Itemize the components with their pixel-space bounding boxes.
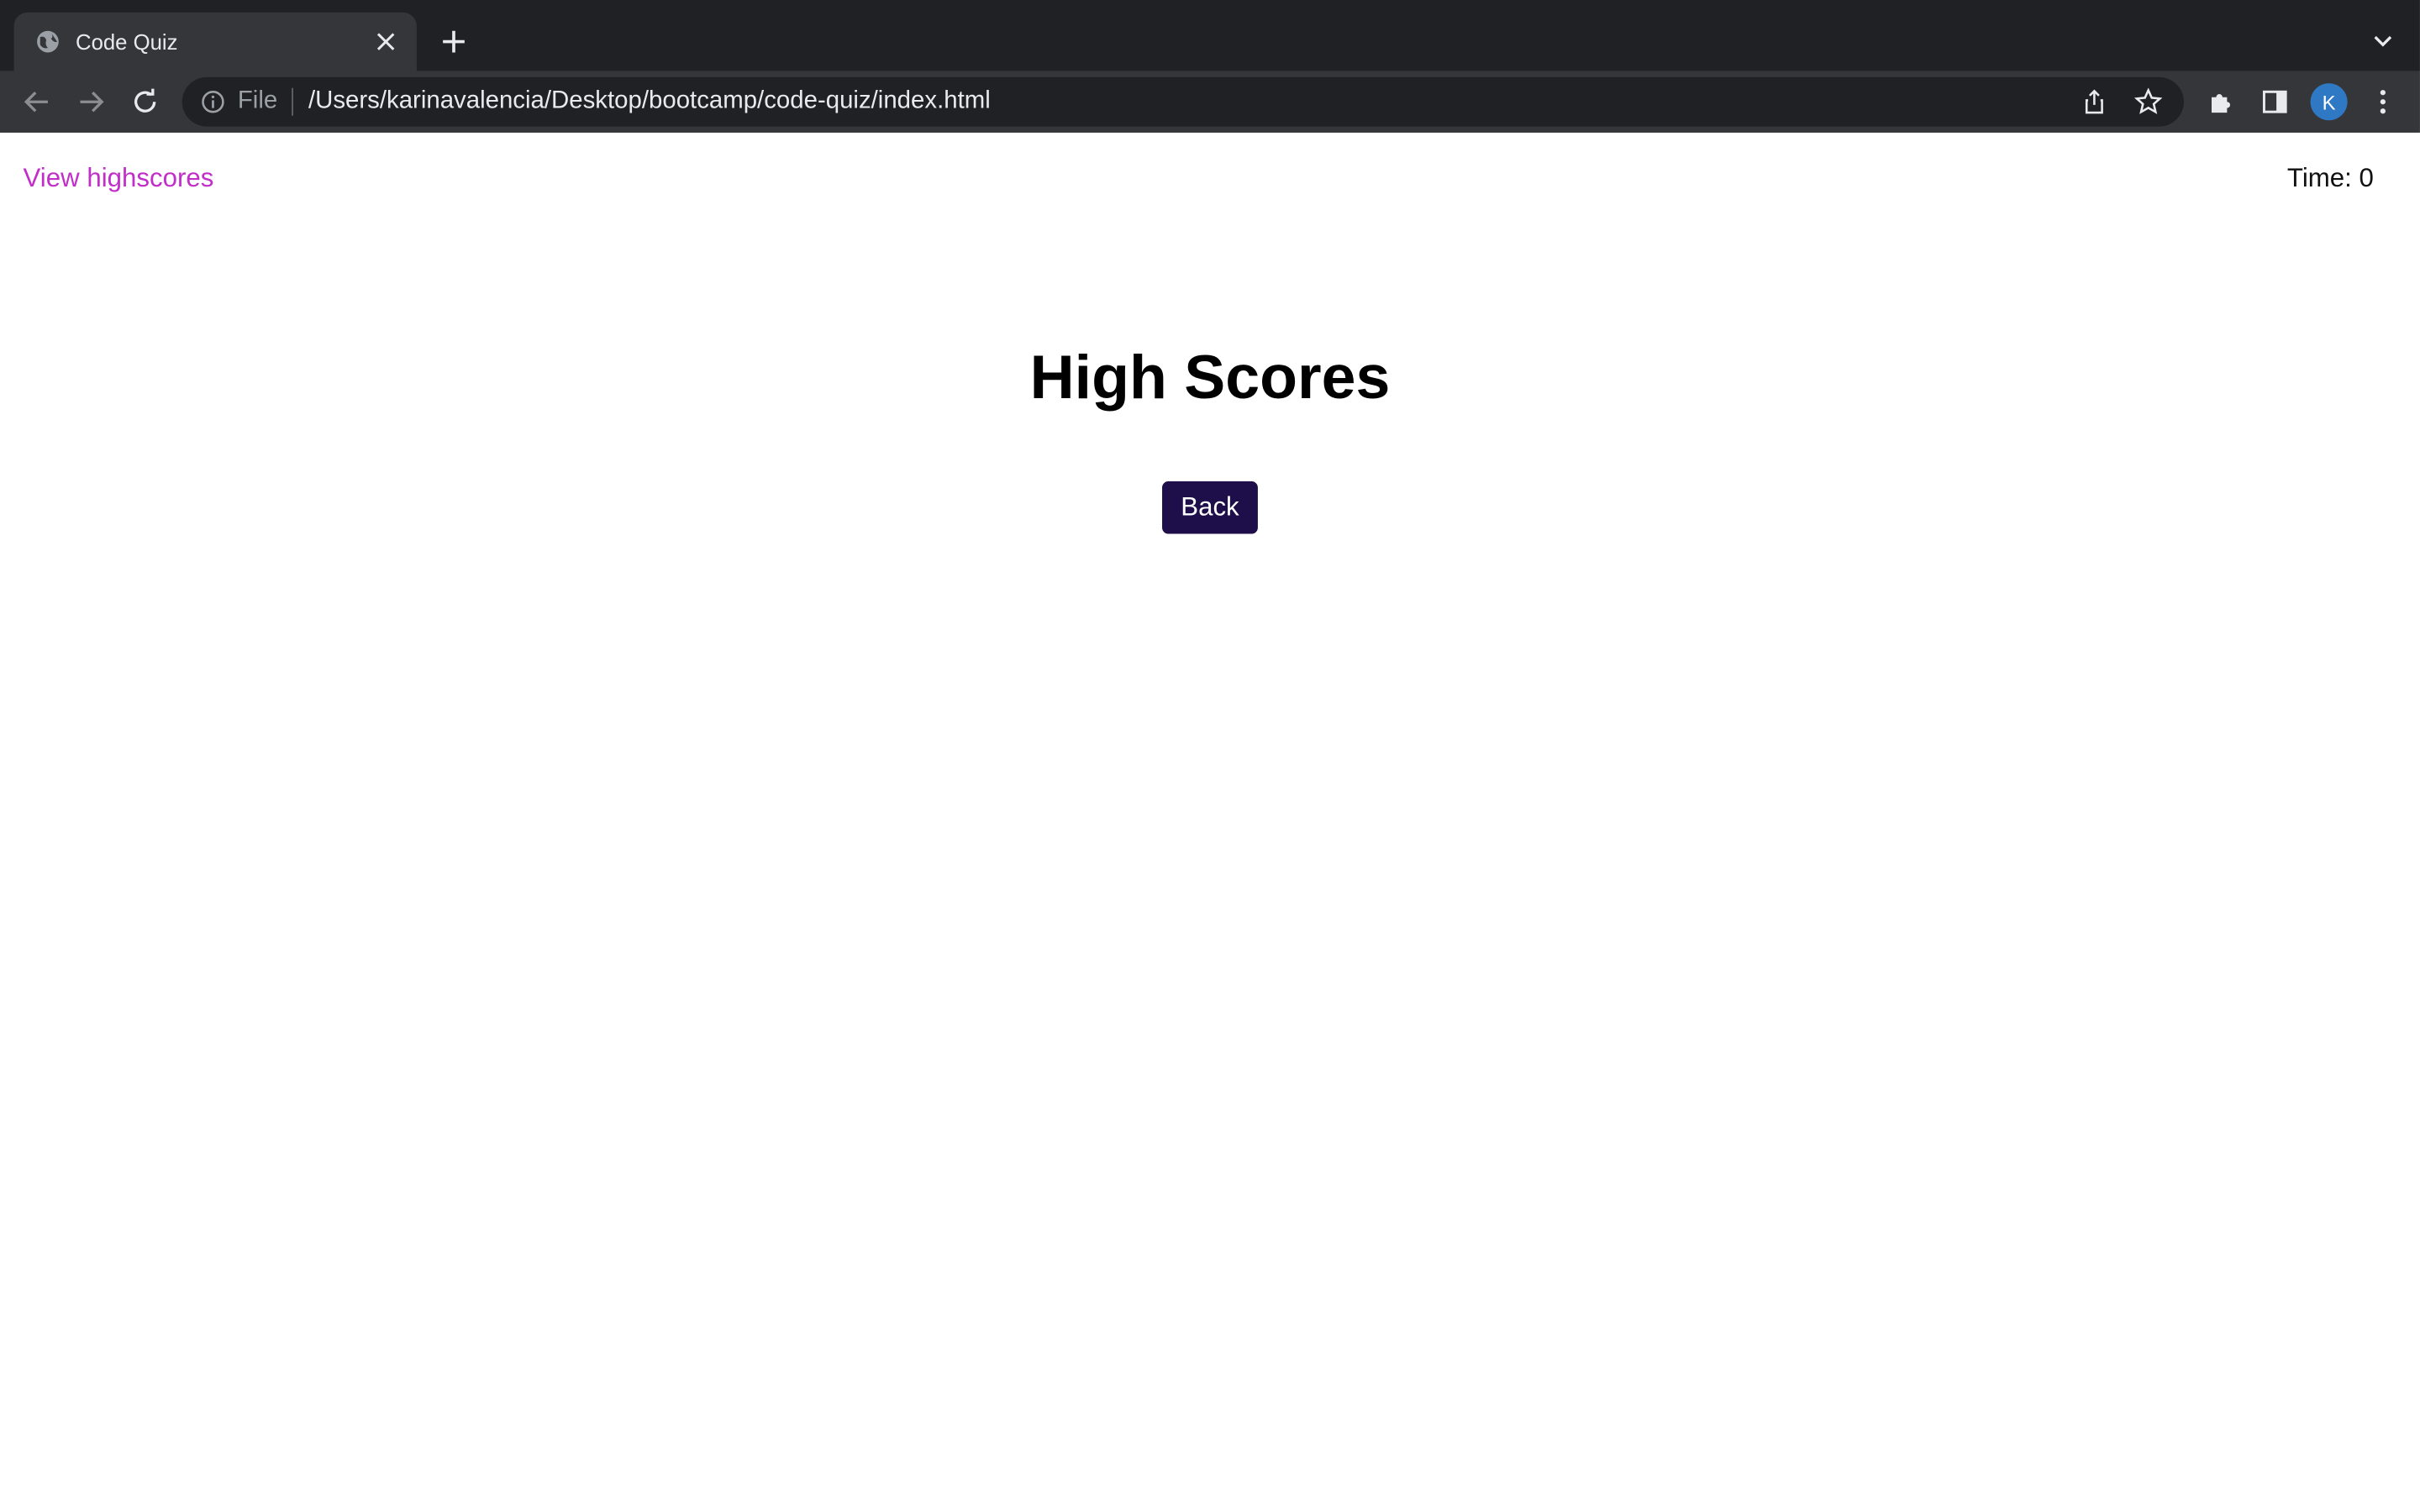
star-icon[interactable] xyxy=(2130,83,2167,120)
view-highscores-link[interactable]: View highscores xyxy=(24,164,214,195)
browser-toolbar: File /Users/karinavalencia/Desktop/bootc… xyxy=(0,71,2420,133)
tab-strip: Code Quiz xyxy=(0,0,2420,71)
back-button[interactable]: Back xyxy=(1162,481,1258,534)
page-title: High Scores xyxy=(1029,344,1391,412)
share-icon[interactable] xyxy=(2075,83,2112,120)
puzzle-icon[interactable] xyxy=(2202,83,2239,120)
tab-title: Code Quiz xyxy=(75,29,178,55)
chevron-down-icon[interactable] xyxy=(2367,26,2398,57)
forward-arrow-icon[interactable] xyxy=(71,81,111,122)
url-text[interactable]: /Users/karinavalencia/Desktop/bootcamp/c… xyxy=(308,88,2075,116)
info-icon[interactable] xyxy=(199,88,227,116)
globe-icon xyxy=(35,29,60,54)
close-icon[interactable] xyxy=(371,26,402,57)
omnibox-divider xyxy=(291,87,293,116)
avatar[interactable]: K xyxy=(2310,83,2348,121)
address-bar[interactable]: File /Users/karinavalencia/Desktop/bootc… xyxy=(182,76,2184,127)
reload-icon[interactable] xyxy=(125,81,166,122)
page-content: View highscores Time: 0 High Scores Back xyxy=(0,132,2420,1512)
browser-tab[interactable]: Code Quiz xyxy=(13,12,417,71)
url-scheme-label: File xyxy=(237,87,278,114)
side-panel-icon[interactable] xyxy=(2256,83,2293,120)
kebab-menu-icon[interactable] xyxy=(2365,83,2402,120)
back-arrow-icon[interactable] xyxy=(17,81,57,122)
plus-icon[interactable] xyxy=(435,24,472,60)
timer: Time: 0 xyxy=(2286,163,2374,193)
